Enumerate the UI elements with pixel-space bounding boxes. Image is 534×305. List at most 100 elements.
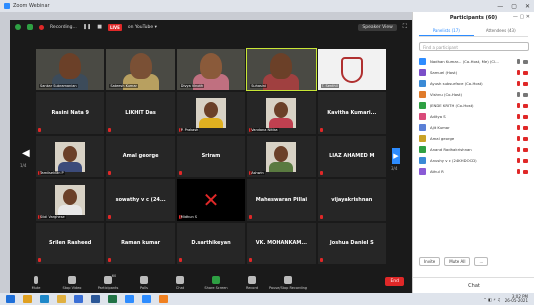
participant-camera-icon[interactable] [523,169,528,174]
pause-recording-icon[interactable]: ❚❚ [83,24,91,30]
participant-tile[interactable]: Sibil Varghese [36,179,105,221]
participant-camera-icon[interactable] [523,103,528,108]
maximize-button[interactable]: ▢ [511,3,517,10]
participant-camera-icon[interactable] [523,59,528,64]
toolbar-mic-button[interactable]: Mute [18,276,54,290]
participant-tile[interactable]: VK. MOHANKAM... [247,222,316,264]
participant-mic-icon[interactable] [517,59,520,64]
participant-mic-icon[interactable] [517,103,520,108]
meeting-info-icon[interactable] [15,24,21,30]
participant-tile[interactable]: T. Senthil [317,49,386,91]
participant-mic-icon[interactable] [517,169,520,174]
participant-row[interactable]: Vishnu (Co-Host) [419,89,528,100]
participant-tile[interactable]: Raman kumar [106,222,175,264]
participant-tile[interactable]: Tamilselvan P [36,135,105,178]
minimize-button[interactable]: — [497,3,503,10]
participant-tile[interactable]: Sriram [176,135,246,178]
word-icon[interactable] [91,295,100,303]
participant-tile[interactable]: vijayakrishnan [317,179,386,221]
participant-tile[interactable]: LIAZ AHAMED M [317,135,386,178]
zoom-icon[interactable] [142,295,151,303]
previous-page-arrow-icon[interactable]: ◀ [22,148,30,159]
invite-button[interactable]: Invite [419,257,441,266]
tab-panelists[interactable]: Panelists (17) [419,26,474,36]
toolbar-chat-button[interactable]: Chat [162,276,198,290]
participant-tile[interactable]: Divya Vinoth [176,49,246,91]
participant-row[interactable]: Anushy v c (24KHDOCD) [419,155,528,166]
participant-mic-icon[interactable] [517,92,520,97]
participant-tile[interactable]: P. Prakash [176,92,246,134]
edge-icon[interactable] [40,295,49,303]
participant-row[interactable]: Anand Radhakrishnan [419,144,528,155]
participant-mic-icon[interactable] [517,81,520,86]
windows-start-icon[interactable] [6,295,15,303]
explorer-icon[interactable] [57,295,66,303]
speaker-view-button[interactable]: Speaker View [358,23,397,31]
participant-row[interactable]: Ajit Kumar [419,122,528,133]
participant-tile[interactable]: Amal george [106,135,175,178]
participant-mic-icon[interactable] [517,125,520,130]
toolbar-poll-button[interactable]: Polls [126,276,162,290]
participant-tile[interactable]: Sankar Subramanian [36,49,105,91]
participant-mic-icon[interactable] [517,70,520,75]
page-indicator-right: 3/4 [391,166,398,171]
participant-tile[interactable]: D.sarthikeyan [176,222,246,264]
store-icon[interactable] [74,295,83,303]
end-meeting-button[interactable]: End [385,277,404,286]
participant-search-input[interactable]: Find a participant [419,42,529,51]
participant-tile[interactable]: Ashwin [247,135,316,178]
participant-camera-icon[interactable] [523,125,528,130]
toolbar-camera-button[interactable]: Stop Video [54,276,90,290]
participant-camera-icon[interactable] [523,147,528,152]
participant-camera-icon[interactable] [523,136,528,141]
participant-tile[interactable]: sowathy v c (24... [106,179,175,221]
toolbar-people-button[interactable]: 60 Participants [90,274,126,290]
fullscreen-icon[interactable]: ⛶ [403,23,407,31]
panel-window-controls[interactable]: — ▢ ✕ [513,14,530,20]
participant-camera-icon[interactable] [523,158,528,163]
participant-tile[interactable]: LIKHIT Das [106,92,175,134]
participant-tile[interactable]: Sateesh Kumar [106,49,175,91]
photos-icon[interactable] [125,295,134,303]
participant-tile[interactable]: ✕ Midhun S [176,179,246,221]
participant-tile[interactable]: Joshua Daniel S [317,222,386,264]
stop-recording-icon[interactable]: ■ [97,24,102,30]
next-page-arrow-icon[interactable]: ▶ [392,148,400,164]
participant-tile[interactable]: Srilen Rasheed [36,222,105,264]
participant-mic-icon[interactable] [517,147,520,152]
tab-attendees[interactable]: Attendees (43) [474,26,529,36]
encryption-shield-icon[interactable] [27,24,33,30]
toolbar-record-button[interactable]: Record [234,276,270,290]
participant-camera-icon[interactable] [523,92,528,97]
chat-section-header[interactable]: Chat [413,277,534,293]
participant-mic-icon[interactable] [517,114,520,119]
participant-camera-icon[interactable] [523,81,528,86]
toolbar-pause-rec-button[interactable]: Pause/Stop Recording [269,276,307,290]
participant-mic-icon[interactable] [517,158,520,163]
participant-tile[interactable]: Maheswaran Pillai [247,179,316,221]
participant-mic-icon[interactable] [517,136,520,141]
participant-row[interactable]: Amal george [419,133,528,144]
live-stream-label[interactable]: on YouTube ▾ [128,25,157,30]
participant-tile[interactable]: Suhasini [246,47,317,92]
participant-tile[interactable]: Rasini Nata 9 [36,92,105,134]
close-button[interactable]: ✕ [525,3,530,10]
mute-all-button[interactable]: Mute All [444,257,471,266]
participant-camera-icon[interactable] [523,114,528,119]
participant-row[interactable]: JENDE KRITH (Co-Host) [419,100,528,111]
participant-tile[interactable]: Vandana Nitika [247,92,316,134]
toolbar-share-button[interactable]: Share Screen [198,276,234,290]
participant-row[interactable]: Aditya S [419,111,528,122]
more-options-button[interactable]: ... [474,257,489,266]
tray-icons[interactable]: ⌃ ◧ ⚡ ♫ [483,297,500,302]
clock[interactable]: 3:02 PM 26-05-2021 [505,294,528,304]
chrome-icon[interactable] [23,295,32,303]
participant-row[interactable]: Athul R [419,166,528,177]
participant-camera-icon[interactable] [523,70,528,75]
participant-row[interactable]: Ayush subsurface (Co-Host) [419,78,528,89]
vlc-icon[interactable] [159,295,168,303]
participant-row[interactable]: Nadhan Kumar... (Co-Host, Me) (Cl... [419,56,528,67]
excel-icon[interactable] [108,295,117,303]
participant-row[interactable]: Samuel (Host) [419,67,528,78]
participant-tile[interactable]: Kavitha Kumari... [317,92,386,134]
